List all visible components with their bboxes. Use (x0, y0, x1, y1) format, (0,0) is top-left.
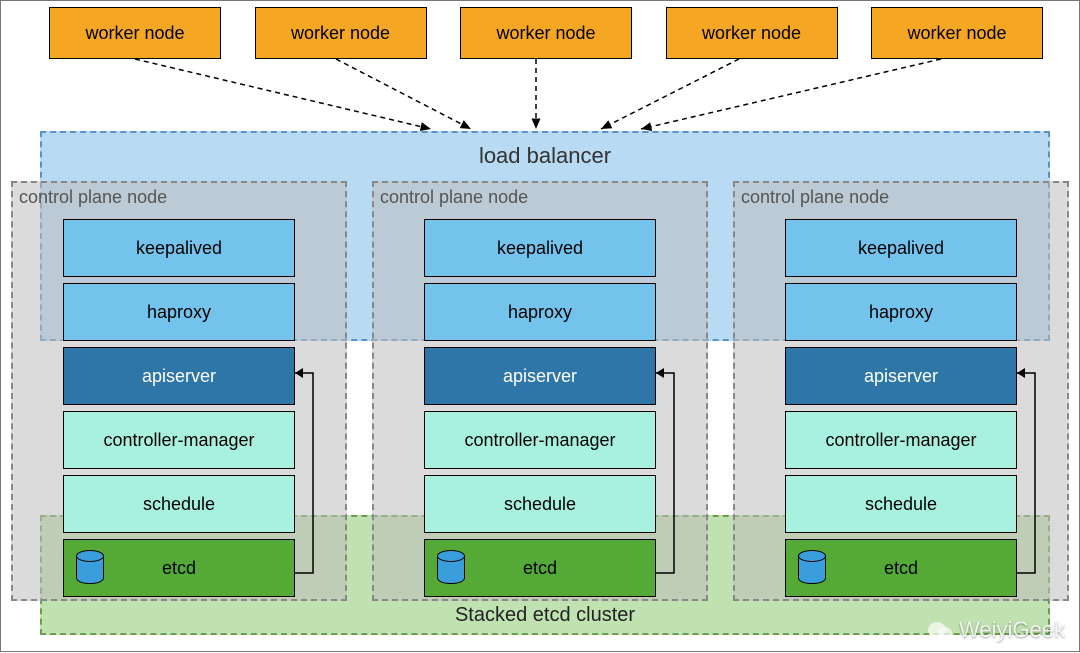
control-plane-title: control plane node (380, 187, 528, 208)
etcd-to-apiserver-arrow (1017, 353, 1041, 593)
component-stack: keepalived haproxy apiserver controller-… (63, 219, 295, 597)
control-plane-row: control plane node keepalived haproxy ap… (11, 181, 1069, 601)
wechat-icon (927, 619, 953, 641)
apiserver-box: apiserver (785, 347, 1017, 405)
etcd-box: etcd (63, 539, 295, 597)
etcd-label: etcd (523, 558, 557, 579)
keepalived-box: keepalived (63, 219, 295, 277)
controller-manager-label: controller-manager (464, 430, 615, 451)
etcd-to-apiserver-arrow (295, 353, 319, 593)
schedule-label: schedule (143, 494, 215, 515)
worker-label: worker node (702, 23, 801, 44)
watermark: WeiyiGeek (927, 617, 1065, 643)
worker-node: worker node (666, 7, 838, 59)
database-icon (76, 550, 102, 584)
apiserver-label: apiserver (503, 366, 577, 387)
control-plane-node: control plane node keepalived haproxy ap… (372, 181, 708, 601)
worker-node: worker node (460, 7, 632, 59)
worker-node: worker node (49, 7, 221, 59)
keepalived-label: keepalived (858, 238, 944, 259)
apiserver-box: apiserver (63, 347, 295, 405)
keepalived-label: keepalived (497, 238, 583, 259)
worker-label: worker node (496, 23, 595, 44)
schedule-label: schedule (504, 494, 576, 515)
controller-manager-label: controller-manager (825, 430, 976, 451)
database-icon (437, 550, 463, 584)
haproxy-box: haproxy (785, 283, 1017, 341)
database-icon (798, 550, 824, 584)
apiserver-box: apiserver (424, 347, 656, 405)
controller-manager-label: controller-manager (103, 430, 254, 451)
worker-row: worker node worker node worker node work… (49, 7, 1043, 59)
diagram-canvas: worker node worker node worker node work… (0, 0, 1080, 652)
keepalived-box: keepalived (424, 219, 656, 277)
etcd-box: etcd (785, 539, 1017, 597)
haproxy-label: haproxy (869, 302, 933, 323)
apiserver-label: apiserver (864, 366, 938, 387)
schedule-box: schedule (785, 475, 1017, 533)
haproxy-label: haproxy (508, 302, 572, 323)
control-plane-node: control plane node keepalived haproxy ap… (733, 181, 1069, 601)
load-balancer-label: load balancer (42, 143, 1048, 169)
worker-label: worker node (907, 23, 1006, 44)
haproxy-box: haproxy (424, 283, 656, 341)
etcd-cluster-label: Stacked etcd cluster (42, 604, 1048, 627)
watermark-text: WeiyiGeek (959, 617, 1065, 643)
apiserver-label: apiserver (142, 366, 216, 387)
control-plane-node: control plane node keepalived haproxy ap… (11, 181, 347, 601)
etcd-label: etcd (884, 558, 918, 579)
haproxy-box: haproxy (63, 283, 295, 341)
schedule-label: schedule (865, 494, 937, 515)
worker-node: worker node (871, 7, 1043, 59)
controller-manager-box: controller-manager (63, 411, 295, 469)
etcd-label: etcd (162, 558, 196, 579)
control-plane-title: control plane node (19, 187, 167, 208)
worker-label: worker node (85, 23, 184, 44)
schedule-box: schedule (63, 475, 295, 533)
keepalived-box: keepalived (785, 219, 1017, 277)
keepalived-label: keepalived (136, 238, 222, 259)
haproxy-label: haproxy (147, 302, 211, 323)
controller-manager-box: controller-manager (785, 411, 1017, 469)
worker-label: worker node (291, 23, 390, 44)
etcd-box: etcd (424, 539, 656, 597)
controller-manager-box: controller-manager (424, 411, 656, 469)
etcd-to-apiserver-arrow (656, 353, 680, 593)
worker-node: worker node (255, 7, 427, 59)
control-plane-title: control plane node (741, 187, 889, 208)
component-stack: keepalived haproxy apiserver controller-… (785, 219, 1017, 597)
component-stack: keepalived haproxy apiserver controller-… (424, 219, 656, 597)
schedule-box: schedule (424, 475, 656, 533)
